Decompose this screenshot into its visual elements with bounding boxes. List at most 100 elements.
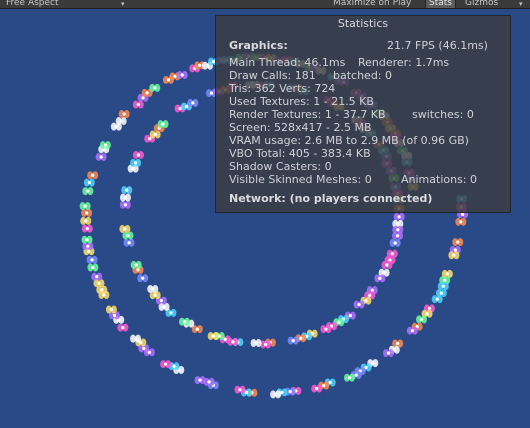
butterfly-sprite — [153, 86, 157, 90]
butterfly-sprite — [136, 153, 141, 157]
butterfly-sprite — [133, 337, 138, 341]
butterfly-sprite — [443, 278, 447, 282]
butterfly-sprite — [364, 299, 368, 303]
butterfly-sprite — [397, 215, 401, 219]
butterfly-sprite — [385, 263, 389, 267]
butterfly-sprite — [119, 119, 123, 123]
butterfly-sprite — [435, 297, 439, 301]
butterfly-sprite — [209, 91, 214, 95]
butterfly-sprite — [123, 227, 127, 231]
butterfly-sprite — [211, 334, 215, 338]
butterfly-sprite — [103, 143, 107, 147]
butterfly-sprite — [238, 388, 242, 392]
butterfly-sprite — [87, 180, 91, 185]
statistics-panel: Statistics Graphics: 21.7 FPS (46.1ms) M… — [215, 15, 511, 213]
butterfly-sprite — [288, 390, 292, 394]
butterfly-sprite — [456, 240, 460, 244]
butterfly-sprite — [461, 212, 465, 216]
game-view-toolbar: Free Aspect ▾ Maximize on Play Stats Giz… — [0, 0, 530, 9]
butterfly-sprite — [134, 263, 138, 267]
network-status: Network: (no players connected) — [229, 192, 433, 205]
butterfly-sprite — [125, 188, 129, 192]
butterfly-sprite — [244, 390, 249, 395]
chevron-down-icon[interactable]: ▾ — [121, 0, 125, 8]
butterfly-sprite — [141, 276, 145, 280]
butterfly-sprite — [85, 211, 89, 215]
main-thread-stat: Main Thread: 46.1ms — [229, 56, 346, 69]
butterfly-sprite — [459, 220, 463, 224]
animations-stat: Animations: 0 — [401, 173, 478, 186]
butterfly-sprite — [419, 317, 424, 322]
gizmos-dropdown[interactable]: Gizmos — [465, 0, 498, 8]
butterfly-sprite — [299, 336, 303, 340]
butterfly-sprite — [90, 258, 94, 262]
butterfly-sprite — [315, 386, 319, 391]
butterfly-sprite — [291, 339, 295, 343]
butterfly-sprite — [87, 249, 91, 253]
draw-calls-stat: Draw Calls: 181 — [229, 69, 316, 82]
butterfly-sprite — [368, 293, 372, 297]
butterfly-sprite — [264, 342, 268, 347]
butterfly-sprite — [121, 325, 125, 330]
aspect-dropdown[interactable]: Free Aspect — [6, 0, 59, 8]
butterfly-sprite — [198, 378, 202, 382]
vram-stat: VRAM usage: 2.6 MB to 2.9 MB (of 0.96 GB… — [229, 134, 469, 147]
butterfly-sprite — [151, 287, 155, 291]
graphics-heading: Graphics: — [229, 39, 288, 52]
butterfly-sprite — [131, 167, 135, 171]
butterfly-sprite — [370, 288, 374, 292]
stats-toggle[interactable]: Stats — [425, 0, 456, 8]
butterfly-sprite — [133, 161, 138, 165]
butterfly-sprite — [337, 320, 341, 324]
butterfly-sprite — [382, 271, 386, 275]
butterfly-sprite — [91, 265, 95, 270]
butterfly-sprite — [205, 64, 210, 68]
butterfly-sprite — [112, 313, 117, 318]
butterfly-sprite — [95, 275, 99, 279]
butterfly-sprite — [127, 241, 131, 245]
butterfly-sprite — [396, 228, 400, 232]
butterfly-sprite — [162, 305, 166, 309]
butterfly-sprite — [97, 281, 101, 285]
butterfly-sprite — [324, 327, 328, 331]
butterfly-sprite — [153, 132, 157, 137]
butterfly-sprite — [445, 272, 449, 276]
butterfly-sprite — [161, 122, 165, 126]
skinned-meshes-stat: Visible Skinned Meshes: 0 — [229, 173, 372, 186]
butterfly-sprite — [354, 373, 358, 377]
butterfly-sprite — [390, 252, 394, 256]
screen-stat: Screen: 528x417 - 2.5 MB — [229, 121, 372, 134]
fps-readout: 21.7 FPS (46.1ms) — [387, 39, 488, 52]
butterfly-sprite — [452, 253, 456, 257]
chevron-down-icon[interactable]: ▾ — [519, 0, 523, 8]
butterfly-sprite — [182, 320, 187, 324]
butterfly-sprite — [159, 299, 163, 303]
batched-stat: batched: 0 — [333, 69, 393, 82]
butterfly-sprite — [123, 203, 127, 207]
butterfly-sprite — [126, 234, 130, 238]
butterfly-sprite — [166, 78, 171, 82]
butterfly-sprite — [441, 284, 445, 288]
switches-stat: switches: 0 — [412, 108, 474, 121]
butterfly-sprite — [207, 380, 211, 384]
butterfly-sprite — [328, 380, 332, 385]
shadow-casters-stat: Shadow Casters: 0 — [229, 160, 332, 173]
butterfly-sprite — [85, 227, 89, 231]
butterfly-sprite — [357, 302, 361, 307]
butterfly-sprite — [169, 311, 173, 315]
statistics-title: Statistics — [337, 17, 389, 30]
butterfly-sprite — [348, 314, 352, 318]
butterfly-sprite — [386, 351, 391, 355]
butterfly-sprite — [145, 91, 149, 95]
butterfly-sprite — [142, 346, 146, 350]
butterfly-sprite — [102, 293, 106, 297]
butterfly-sprite — [100, 288, 104, 292]
butterfly-sprite — [99, 155, 103, 159]
renderer-stat: Renderer: 1.7ms — [358, 56, 450, 69]
butterfly-sprite — [347, 376, 352, 380]
butterfly-sprite — [371, 361, 375, 365]
butterfly-sprite — [122, 112, 126, 116]
butterfly-sprite — [172, 364, 176, 368]
render-textures-stat: Render Textures: 1 - 37.7 KB — [229, 108, 386, 121]
maximize-on-play-toggle[interactable]: Maximize on Play — [333, 0, 411, 8]
